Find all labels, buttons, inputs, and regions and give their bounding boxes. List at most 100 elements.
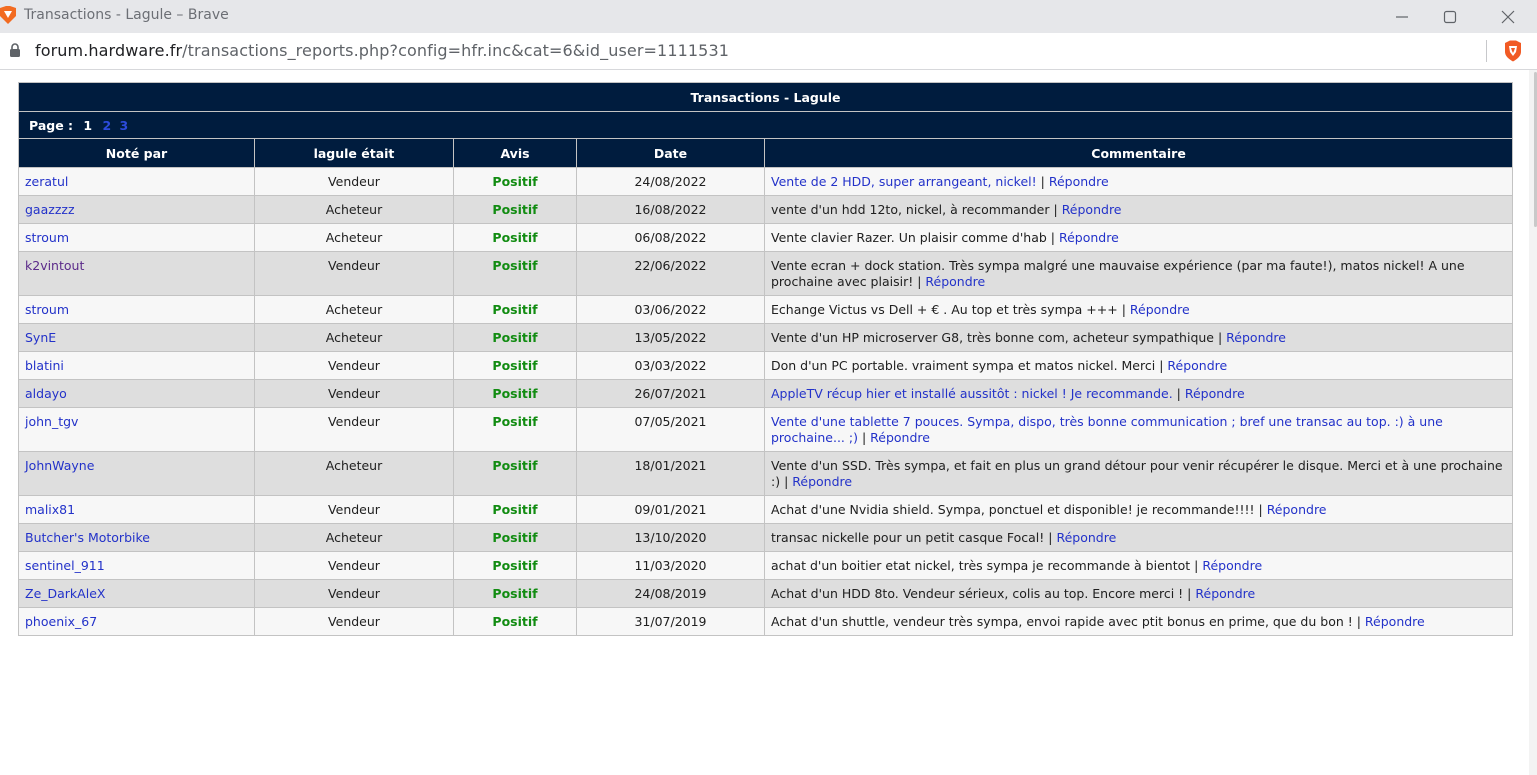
scrollbar-track[interactable] xyxy=(1529,70,1537,775)
reply-link[interactable]: Répondre xyxy=(1185,386,1245,401)
address-bar[interactable]: forum.hardware.fr/transactions_reports.p… xyxy=(0,33,1537,70)
cell-role: Acheteur xyxy=(254,451,454,496)
cell-comment: transac nickelle pour un petit casque Fo… xyxy=(763,523,1514,552)
reply-link[interactable]: Répondre xyxy=(1059,230,1119,245)
reply-link[interactable]: Répondre xyxy=(1056,530,1116,545)
comment-separator: | xyxy=(913,274,926,289)
cell-avis: Positif xyxy=(453,607,577,636)
lock-icon[interactable] xyxy=(9,43,21,58)
cell-date: 24/08/2022 xyxy=(576,167,765,196)
user-link[interactable]: john_tgv xyxy=(25,414,78,429)
table-row: zeratul Vendeur Positif 24/08/2022 Vente de … xyxy=(18,167,1514,196)
comment-text[interactable]: Vente de 2 HDD, super arrangeant, nickel… xyxy=(771,174,1037,189)
avis-badge: Positif xyxy=(492,558,538,573)
cell-date: 16/08/2022 xyxy=(576,195,765,224)
cell-comment: achat d'un boitier etat nickel, très sym… xyxy=(763,551,1514,580)
comment-separator: | xyxy=(1254,502,1267,517)
cell-avis: Positif xyxy=(453,195,577,224)
comment-separator: | xyxy=(1214,330,1227,345)
user-link[interactable]: Butcher's Motorbike xyxy=(25,530,150,545)
cell-comment: Vente clavier Razer. Un plaisir comme d'… xyxy=(763,223,1514,252)
table-row: stroum Acheteur Positif 06/08/2022 Vente cla… xyxy=(18,223,1514,252)
pagination-label: Page : xyxy=(29,117,74,133)
reply-link[interactable]: Répondre xyxy=(925,274,985,289)
reply-link[interactable]: Répondre xyxy=(1130,302,1190,317)
user-link[interactable]: gaazzzz xyxy=(25,202,75,217)
cell-user: JohnWayne xyxy=(18,451,255,496)
page-link-2[interactable]: 2 xyxy=(102,118,111,133)
avis-badge: Positif xyxy=(492,174,538,189)
reply-link[interactable]: Répondre xyxy=(1365,614,1425,629)
avis-badge: Positif xyxy=(492,258,538,273)
cell-role: Vendeur xyxy=(254,379,454,408)
user-link[interactable]: stroum xyxy=(25,302,69,317)
comment-text: achat d'un boitier etat nickel, très sym… xyxy=(771,558,1191,573)
cell-avis: Positif xyxy=(453,523,577,552)
cell-date: 13/05/2022 xyxy=(576,323,765,352)
cell-avis: Positif xyxy=(453,251,577,296)
cell-date: 13/10/2020 xyxy=(576,523,765,552)
table-row: gaazzzz Acheteur Positif 16/08/2022 vente d'… xyxy=(18,195,1514,224)
user-link[interactable]: malix81 xyxy=(25,502,75,517)
cell-role: Acheteur xyxy=(254,223,454,252)
user-link[interactable]: sentinel_911 xyxy=(25,558,105,573)
cell-date: 22/06/2022 xyxy=(576,251,765,296)
table-row: Butcher's Motorbike Acheteur Positif 13/10/… xyxy=(18,523,1514,552)
avis-badge: Positif xyxy=(492,458,538,473)
transactions-body: zeratul Vendeur Positif 24/08/2022 Vente de … xyxy=(18,167,1514,636)
close-button[interactable] xyxy=(1484,0,1532,33)
user-link[interactable]: k2vintout xyxy=(25,258,84,273)
comment-separator: | xyxy=(1190,558,1203,573)
reply-link[interactable]: Répondre xyxy=(1202,558,1262,573)
reply-link[interactable]: Répondre xyxy=(1195,586,1255,601)
cell-user: stroum xyxy=(18,295,255,324)
cell-avis: Positif xyxy=(453,551,577,580)
user-link[interactable]: Ze_DarkAleX xyxy=(25,586,105,601)
url-text[interactable]: forum.hardware.fr/transactions_reports.p… xyxy=(35,41,729,60)
cell-comment: vente d'un hdd 12to, nickel, à recommand… xyxy=(763,195,1514,224)
cell-comment: Achat d'une Nvidia shield. Sympa, ponctu… xyxy=(763,495,1514,524)
page-link-3[interactable]: 3 xyxy=(120,118,129,133)
user-link[interactable]: zeratul xyxy=(25,174,68,189)
close-icon xyxy=(1501,10,1515,24)
avis-badge: Positif xyxy=(492,614,538,629)
avis-badge: Positif xyxy=(492,330,538,345)
avis-badge: Positif xyxy=(492,530,538,545)
reply-link[interactable]: Répondre xyxy=(1226,330,1286,345)
url-host: forum.hardware.fr xyxy=(35,41,183,60)
user-link[interactable]: phoenix_67 xyxy=(25,614,97,629)
table-row: sentinel_911 Vendeur Positif 11/03/2020 acha… xyxy=(18,551,1514,580)
user-link[interactable]: SynE xyxy=(25,330,56,345)
table-row: malix81 Vendeur Positif 09/01/2021 Achat d'u… xyxy=(18,495,1514,524)
avis-badge: Positif xyxy=(492,502,538,517)
cell-date: 06/08/2022 xyxy=(576,223,765,252)
user-link[interactable]: blatini xyxy=(25,358,64,373)
reply-link[interactable]: Répondre xyxy=(1167,358,1227,373)
comment-separator: | xyxy=(780,474,793,489)
comment-text[interactable]: AppleTV récup hier et installé aussitôt … xyxy=(771,386,1173,401)
comment-separator: | xyxy=(1155,358,1168,373)
column-header-commentaire: Commentaire xyxy=(763,138,1514,168)
user-link[interactable]: stroum xyxy=(25,230,69,245)
pagination: Page : 1 2 3 xyxy=(17,111,1514,139)
comment-text: Vente d'un HP microserver G8, très bonne… xyxy=(771,330,1214,345)
reply-link[interactable]: Répondre xyxy=(1062,202,1122,217)
reply-link[interactable]: Répondre xyxy=(1267,502,1327,517)
cell-comment: Vente ecran + dock station. Très sympa m… xyxy=(763,251,1514,296)
cell-date: 26/07/2021 xyxy=(576,379,765,408)
comment-text: transac nickelle pour un petit casque Fo… xyxy=(771,530,1045,545)
comment-separator: | xyxy=(1046,230,1059,245)
user-link[interactable]: aldayo xyxy=(25,386,67,401)
reply-link[interactable]: Répondre xyxy=(1049,174,1109,189)
cell-user: blatini xyxy=(18,351,255,380)
brave-shield-icon[interactable] xyxy=(1503,40,1523,62)
comment-separator: | xyxy=(1117,302,1130,317)
minimize-button[interactable] xyxy=(1378,0,1426,33)
table-row: blatini Vendeur Positif 03/03/2022 Don d'un … xyxy=(18,351,1514,380)
reply-link[interactable]: Répondre xyxy=(792,474,852,489)
user-link[interactable]: JohnWayne xyxy=(25,458,94,473)
maximize-button[interactable] xyxy=(1426,0,1474,33)
reply-link[interactable]: Répondre xyxy=(870,430,930,445)
cell-date: 18/01/2021 xyxy=(576,451,765,496)
cell-comment: Vente d'une tablette 7 pouces. Sympa, di… xyxy=(763,407,1514,452)
